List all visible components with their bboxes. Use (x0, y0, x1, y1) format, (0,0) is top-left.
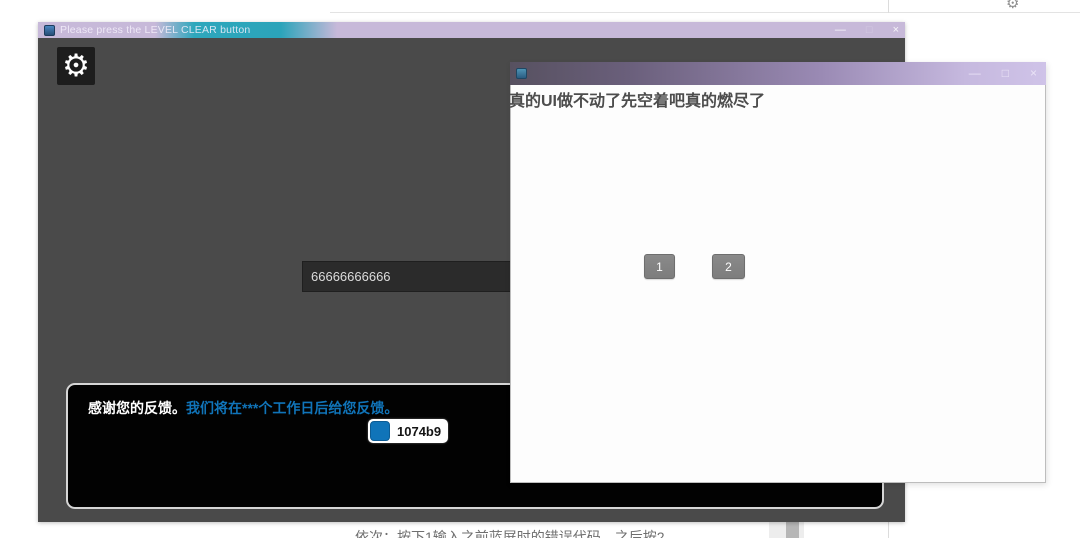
front-window: — □ × 真的UI做不动了先空着吧真的燃尽了 1 2 (509, 62, 1046, 483)
color-chip[interactable]: 1074b9 (368, 419, 448, 443)
app-icon (44, 24, 55, 36)
step-button-1[interactable]: 1 (644, 254, 675, 279)
close-button[interactable]: × (1030, 62, 1037, 85)
minimize-button[interactable]: — (835, 22, 846, 38)
color-swatch (370, 421, 390, 441)
app-icon (516, 68, 527, 79)
page-hint-text: 依次：按下1输入之前蓝屏时的错误代码，之后按2 (355, 529, 665, 538)
close-button[interactable]: × (893, 22, 899, 38)
page-corner-gear-icon[interactable]: ⚙ (1006, 0, 1019, 12)
color-hex-label: 1074b9 (397, 423, 442, 439)
page-edge-line-bottom (888, 522, 889, 538)
front-window-titlebar[interactable]: — □ × (510, 62, 1046, 85)
feedback-followup-text: 我们将在***个工作日后给您反馈。 (186, 400, 399, 416)
feedback-thanks-text: 感谢您的反馈。 (88, 400, 186, 416)
maximize-button[interactable]: □ (1002, 62, 1009, 85)
page-scrollbar-thumb[interactable] (786, 522, 799, 538)
settings-button[interactable]: ⚙ (57, 47, 95, 85)
gear-icon: ⚙ (62, 48, 90, 84)
screen: ⚙ 依次：按下1输入之前蓝屏时的错误代码，之后按2 Please press t… (0, 0, 1080, 538)
maximize-button[interactable]: □ (866, 22, 873, 38)
feedback-text: 感谢您的反馈。我们将在***个工作日后给您反馈。 (88, 398, 398, 418)
page-divider-line (330, 12, 1080, 13)
step-button-2[interactable]: 2 (712, 254, 745, 279)
back-window-titlebar[interactable]: Please press the LEVEL CLEAR button — □ … (38, 22, 905, 38)
back-window-title: Please press the LEVEL CLEAR button (60, 24, 251, 36)
minimize-button[interactable]: — (969, 62, 981, 85)
page-edge-line-top (888, 0, 889, 13)
window-heading: 真的UI做不动了先空着吧真的燃尽了 (509, 93, 766, 110)
